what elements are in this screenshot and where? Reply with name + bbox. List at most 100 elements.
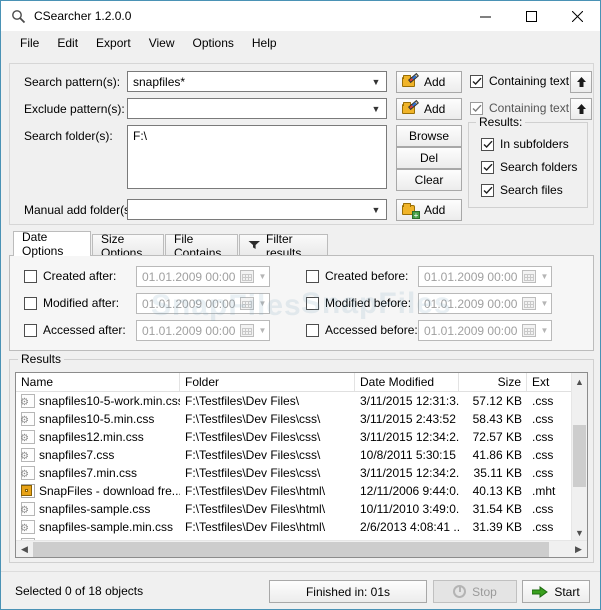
- search-folders-list[interactable]: F:\: [127, 125, 387, 189]
- search-files-checkbox[interactable]: Search files: [481, 183, 563, 197]
- cell-size: 40.13 KB: [472, 484, 522, 498]
- css-file-icon: ⚙: [20, 466, 35, 480]
- search-pattern-input[interactable]: snapfiles* ▼: [127, 71, 387, 92]
- checkbox-checked-icon: [481, 160, 494, 174]
- table-row[interactable]: ⚙ snapfiles7.css F:\Testfiles\Dev Files\cs…: [16, 446, 587, 464]
- file-name: snapfiles10-5.min.css: [39, 412, 155, 426]
- accessed-after-checkbox[interactable]: Accessed after:: [24, 323, 126, 337]
- table-row[interactable]: ⚙ snapfiles-sample.min.css F:\Testfiles\De…: [16, 518, 587, 536]
- exclude-pattern-input[interactable]: ▼: [127, 98, 387, 119]
- column-header-name[interactable]: Name: [16, 373, 180, 391]
- menu-view[interactable]: View: [140, 33, 184, 53]
- modified-after-field[interactable]: 01.01.2009 00:00 ▼: [136, 293, 270, 314]
- column-header-folder[interactable]: Folder: [180, 373, 355, 391]
- checkbox-checked-icon: [481, 137, 494, 151]
- table-row[interactable]: ⚙ snapfiles-sample.css F:\Testfiles\Dev Fi…: [16, 500, 587, 518]
- chevron-down-icon[interactable]: ▼: [368, 104, 384, 114]
- menu-edit[interactable]: Edit: [48, 33, 87, 53]
- results-horizontal-scrollbar[interactable]: ◀ ▶: [16, 540, 587, 557]
- add-exclude-pattern-button[interactable]: Add: [396, 98, 462, 120]
- results-list-view[interactable]: Name Folder Date Modified Size Ext ⚙ snap…: [15, 372, 588, 558]
- horizontal-scroll-thumb[interactable]: [33, 541, 549, 557]
- exclude-pattern-label: Exclude pattern(s):: [24, 102, 125, 116]
- manual-add-folder-input[interactable]: ▼: [127, 199, 387, 220]
- table-row[interactable]: ⚙ snapfiles10-5.min.css F:\Testfiles\Dev F…: [16, 410, 587, 428]
- created-before-field[interactable]: 01.01.2009 00:00 ▼: [418, 266, 552, 287]
- cell-name: ⚙ snapfiles10-5-work.min.css: [16, 394, 180, 408]
- move-up-button-1[interactable]: [570, 71, 592, 93]
- horizontal-scroll-track[interactable]: [33, 541, 570, 558]
- containing-text-checkbox-1[interactable]: Containing text: [470, 74, 569, 88]
- cell-date-modified: 10/11/2010 3:49:0...: [360, 502, 459, 516]
- tab-file-contains[interactable]: File Contains: [165, 232, 238, 260]
- add-manual-folder-button[interactable]: + Add: [396, 199, 462, 221]
- calendar-icon[interactable]: [522, 270, 536, 283]
- accessed-before-checkbox[interactable]: Accessed before:: [306, 323, 418, 337]
- tab-date-options[interactable]: Date Options: [13, 230, 91, 258]
- column-header-size[interactable]: Size: [459, 373, 527, 391]
- chevron-down-icon[interactable]: ▼: [256, 326, 269, 335]
- cell-name: ⚙ snapfiles-sample.css: [16, 502, 180, 516]
- results-group: Results Name Folder Date Modified Size E…: [9, 352, 594, 563]
- modified-before-field[interactable]: 01.01.2009 00:00 ▼: [418, 293, 552, 314]
- scroll-down-icon[interactable]: ▼: [572, 524, 587, 541]
- move-up-button-2[interactable]: [570, 98, 592, 120]
- clear-button[interactable]: Clear: [396, 169, 462, 191]
- finished-status-button[interactable]: Finished in: 01s: [269, 580, 427, 603]
- maximize-button[interactable]: [508, 1, 554, 31]
- close-button[interactable]: [554, 1, 600, 31]
- accessed-before-field[interactable]: 01.01.2009 00:00 ▼: [418, 320, 552, 341]
- column-header-date-modified[interactable]: Date Modified: [355, 373, 459, 391]
- tab-filter-results[interactable]: Filter results: [239, 232, 328, 260]
- chevron-down-icon[interactable]: ▼: [538, 272, 551, 281]
- containing-text-checkbox-2[interactable]: Containing text: [470, 101, 569, 115]
- search-criteria-group: Search pattern(s): snapfiles* ▼ Add Cont…: [9, 63, 594, 225]
- chevron-down-icon[interactable]: ▼: [256, 299, 269, 308]
- start-button[interactable]: Start: [522, 580, 590, 603]
- calendar-icon[interactable]: [522, 297, 536, 310]
- menu-file[interactable]: File: [11, 33, 48, 53]
- file-name: snapfiles10-5-work.min.css: [39, 394, 180, 408]
- css-file-icon: ⚙: [20, 394, 35, 408]
- modified-before-checkbox[interactable]: Modified before:: [306, 296, 411, 310]
- file-name: SnapFiles - download fre...: [39, 484, 180, 498]
- created-after-checkbox[interactable]: Created after:: [24, 269, 116, 283]
- table-row[interactable]: SnapFiles - download fre... F:\Testfiles\…: [16, 482, 587, 500]
- css-file-icon: ⚙: [20, 520, 35, 534]
- created-after-field[interactable]: 01.01.2009 00:00 ▼: [136, 266, 270, 287]
- browse-button[interactable]: Browse: [396, 125, 462, 147]
- del-button[interactable]: Del: [396, 147, 462, 169]
- calendar-icon[interactable]: [240, 324, 254, 337]
- table-row[interactable]: ⚙ snapfiles7.min.css F:\Testfiles\Dev File…: [16, 464, 587, 482]
- manual-add-folder-label: Manual add folder(s):: [24, 203, 138, 217]
- calendar-icon[interactable]: [240, 297, 254, 310]
- scroll-up-icon[interactable]: ▲: [572, 373, 587, 390]
- tab-size-options[interactable]: Size Options: [92, 232, 164, 260]
- table-row[interactable]: ⚙ snapfiles10-5-work.min.css F:\Testfiles\…: [16, 392, 587, 410]
- chevron-down-icon[interactable]: ▼: [538, 299, 551, 308]
- calendar-icon[interactable]: [522, 324, 536, 337]
- in-subfolders-checkbox[interactable]: In subfolders: [481, 137, 569, 151]
- search-folders-checkbox[interactable]: Search folders: [481, 160, 577, 174]
- results-options-group: Results: In subfolders Search folders Se…: [468, 115, 588, 208]
- chevron-down-icon[interactable]: ▼: [538, 326, 551, 335]
- modified-after-checkbox[interactable]: Modified after:: [24, 296, 119, 310]
- column-header-ext[interactable]: Ext: [527, 373, 573, 391]
- minimize-button[interactable]: [462, 1, 508, 31]
- scroll-left-icon[interactable]: ◀: [16, 541, 33, 558]
- add-search-pattern-button[interactable]: Add: [396, 71, 462, 93]
- css-file-icon: ⚙: [20, 412, 35, 426]
- scroll-right-icon[interactable]: ▶: [570, 541, 587, 558]
- accessed-after-field[interactable]: 01.01.2009 00:00 ▼: [136, 320, 270, 341]
- menu-options[interactable]: Options: [184, 33, 243, 53]
- table-row[interactable]: ⚙ snapfiles12.min.css F:\Testfiles\Dev Fil…: [16, 428, 587, 446]
- chevron-down-icon[interactable]: ▼: [368, 77, 384, 87]
- results-vertical-scrollbar[interactable]: ▲ ▼: [571, 373, 587, 541]
- chevron-down-icon[interactable]: ▼: [256, 272, 269, 281]
- menu-export[interactable]: Export: [87, 33, 140, 53]
- chevron-down-icon[interactable]: ▼: [368, 205, 384, 215]
- menu-help[interactable]: Help: [243, 33, 286, 53]
- vertical-scroll-thumb[interactable]: [573, 425, 586, 487]
- calendar-icon[interactable]: [240, 270, 254, 283]
- created-before-checkbox[interactable]: Created before:: [306, 269, 408, 283]
